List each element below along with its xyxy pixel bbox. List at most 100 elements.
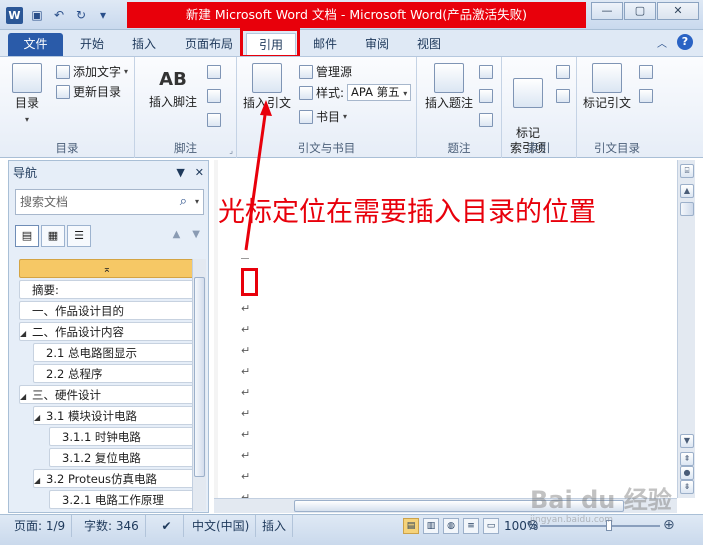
draft-view-icon[interactable]: ▭ [483, 518, 499, 534]
nav-heading-item[interactable]: ◢ 3.1 模块设计电路 [33, 406, 195, 425]
annotation-arrow [244, 100, 272, 251]
nav-heading-list: ⌅ 摘要: 一、作品设计目的 ◢ 二、作品设计内容 2.1 总电路图显示 2.2 总程序 ◢… [19, 259, 195, 511]
scroll-down-icon[interactable]: ▼ [680, 434, 694, 448]
nav-heading-item[interactable]: 2.2 总程序 [33, 364, 195, 383]
word-count[interactable]: 字数: 346 [78, 515, 146, 537]
update-index-icon[interactable] [556, 89, 570, 103]
update-figures-icon[interactable] [479, 89, 493, 103]
reading-view-icon[interactable]: ▥ [423, 518, 439, 534]
vertical-scrollbar[interactable]: ⌸ ▲ ▼ ⇞ ● ⇟ [677, 160, 695, 498]
next-page-icon[interactable]: ⇟ [680, 480, 694, 494]
toc-group: 目录 ▾ 添加文字 ▾ 更新目录 目录 [0, 57, 135, 158]
nav-collapse-all[interactable]: ⌅ [19, 259, 195, 278]
tab-review[interactable]: 审阅 [355, 33, 399, 56]
vscroll-thumb[interactable] [680, 202, 694, 216]
insert-caption-button[interactable]: 插入题注 [423, 63, 475, 111]
restore-button[interactable]: ▢ [624, 2, 656, 20]
nav-heading-item[interactable]: 摘要: [19, 280, 195, 299]
page-count[interactable]: 页面: 1/9 [8, 515, 73, 537]
outline-view-icon[interactable]: ≡ [463, 518, 479, 534]
insert-mode[interactable]: 插入 [256, 515, 294, 537]
insert-index-icon[interactable] [556, 65, 570, 79]
insert-authorities-icon[interactable] [639, 65, 653, 79]
collapse-triangle-icon[interactable]: ◢ [34, 471, 46, 487]
style-selector[interactable]: 样式: APA 第五 ▾ [299, 84, 412, 101]
nav-heading-label: 3.1.2 复位电路 [62, 451, 141, 465]
manage-sources-button[interactable]: 管理源 [299, 63, 352, 80]
collapse-triangle-icon[interactable]: ◢ [34, 408, 46, 424]
nav-options-icon[interactable]: ▼ [176, 161, 184, 185]
word-app-icon[interactable]: W [6, 6, 23, 24]
nav-heading-item[interactable]: 3.2.1 电路工作原理 [49, 490, 195, 509]
citation-icon [252, 63, 282, 93]
tab-home[interactable]: 开始 [70, 33, 114, 56]
previous-page-icon[interactable]: ⇞ [680, 452, 694, 466]
language-indicator[interactable]: 中文(中国) [186, 515, 257, 537]
add-text-icon [56, 64, 70, 79]
pages-view-icon[interactable]: ▦ [41, 225, 65, 247]
nav-view-tabs: ▤ ▦ ☰ [15, 225, 91, 247]
caption-group-label: 题注 [447, 141, 471, 155]
save-icon[interactable]: ▣ [29, 7, 45, 23]
redo-icon[interactable]: ↻ [73, 7, 89, 23]
tab-view[interactable]: 视图 [407, 33, 451, 56]
style-dropdown[interactable]: APA 第五 ▾ [347, 84, 412, 101]
nav-heading-item[interactable]: ◢ 二、作品设计内容 [19, 322, 195, 341]
tab-mailings[interactable]: 邮件 [303, 33, 347, 56]
results-view-icon[interactable]: ☰ [67, 225, 91, 247]
previous-heading-icon[interactable]: ▲ [173, 229, 181, 240]
tab-page-layout[interactable]: 页面布局 [176, 33, 242, 56]
insert-footnote-button[interactable]: AB 插入脚注 [147, 65, 199, 110]
baidu-watermark: Bai du 经验 jingyan.baidu.com [530, 486, 672, 525]
window-controls: — ▢ ✕ [591, 2, 699, 20]
print-layout-icon[interactable]: ▤ [403, 518, 419, 534]
tab-insert[interactable]: 插入 [122, 33, 166, 56]
update-table-icon [56, 84, 70, 99]
customize-qat-icon[interactable]: ▾ [95, 7, 111, 23]
web-layout-icon[interactable]: ◍ [443, 518, 459, 534]
minimize-ribbon-icon[interactable]: ︿ [657, 35, 667, 50]
close-button[interactable]: ✕ [657, 2, 699, 20]
paragraph-mark: ↵ [241, 470, 251, 483]
index-group-label: 索引 [527, 141, 551, 155]
undo-icon[interactable]: ↶ [51, 7, 67, 23]
nav-heading-item[interactable]: 3.1.2 复位电路 [49, 448, 195, 467]
nav-heading-item[interactable]: 3.1.1 时钟电路 [49, 427, 195, 446]
add-text-button[interactable]: 添加文字 ▾ [56, 63, 128, 80]
headings-view-icon[interactable]: ▤ [15, 225, 39, 247]
update-toc-button[interactable]: 更新目录 [56, 83, 121, 100]
search-icon[interactable]: ⌕ [180, 190, 187, 214]
nav-heading-item[interactable]: ◢ 3.2 Proteus仿真电路 [33, 469, 195, 488]
tab-file[interactable]: 文件 [8, 33, 63, 56]
footnote-ab-icon: AB [159, 69, 187, 90]
minimize-button[interactable]: — [591, 2, 623, 20]
search-options-icon[interactable]: ▾ [195, 190, 199, 214]
references-tab-highlight [240, 28, 300, 58]
navigation-pane: 导航 ▼ ✕ 搜索文档 ⌕ ▾ ▤ ▦ ☰ ▲ ▼ ⌅ 摘要: 一、作品设计目的 ◢… [8, 160, 209, 513]
nav-heading-item[interactable]: ◢ 三、硬件设计 [19, 385, 195, 404]
paragraph-mark: ↵ [241, 365, 251, 378]
insert-table-of-figures-icon[interactable] [479, 65, 493, 79]
nav-scroll-thumb[interactable] [194, 277, 205, 477]
help-icon[interactable]: ? [677, 34, 693, 50]
nav-heading-label: 3.1 模块设计电路 [46, 409, 137, 423]
collapse-triangle-icon[interactable]: ◢ [20, 324, 32, 340]
nav-scrollbar[interactable] [192, 259, 206, 511]
nav-heading-item[interactable]: 2.1 总电路图显示 [33, 343, 195, 362]
nav-search-input[interactable]: 搜索文档 ⌕ ▾ [15, 189, 204, 215]
next-heading-icon[interactable]: ▼ [192, 229, 200, 240]
scroll-up-icon[interactable]: ▲ [680, 184, 694, 198]
cross-reference-icon[interactable] [479, 113, 493, 127]
collapse-triangle-icon[interactable]: ◢ [20, 387, 32, 403]
insert-endnote-icon[interactable] [207, 65, 221, 79]
nav-title: 导航 [13, 166, 38, 180]
ruler-toggle-icon[interactable]: ⌸ [680, 164, 694, 178]
mark-citation-button[interactable]: 标记引文 [579, 63, 635, 111]
toc-button[interactable]: 目录 ▾ [10, 63, 44, 127]
index-group: 标记 索引项 索引 [502, 57, 577, 158]
zoom-slider[interactable] [540, 525, 660, 527]
browse-object-icon[interactable]: ● [680, 466, 694, 480]
nav-heading-item[interactable]: 一、作品设计目的 [19, 301, 195, 320]
update-authorities-icon[interactable] [639, 89, 653, 103]
proofing-icon[interactable]: ✔ [150, 515, 184, 537]
